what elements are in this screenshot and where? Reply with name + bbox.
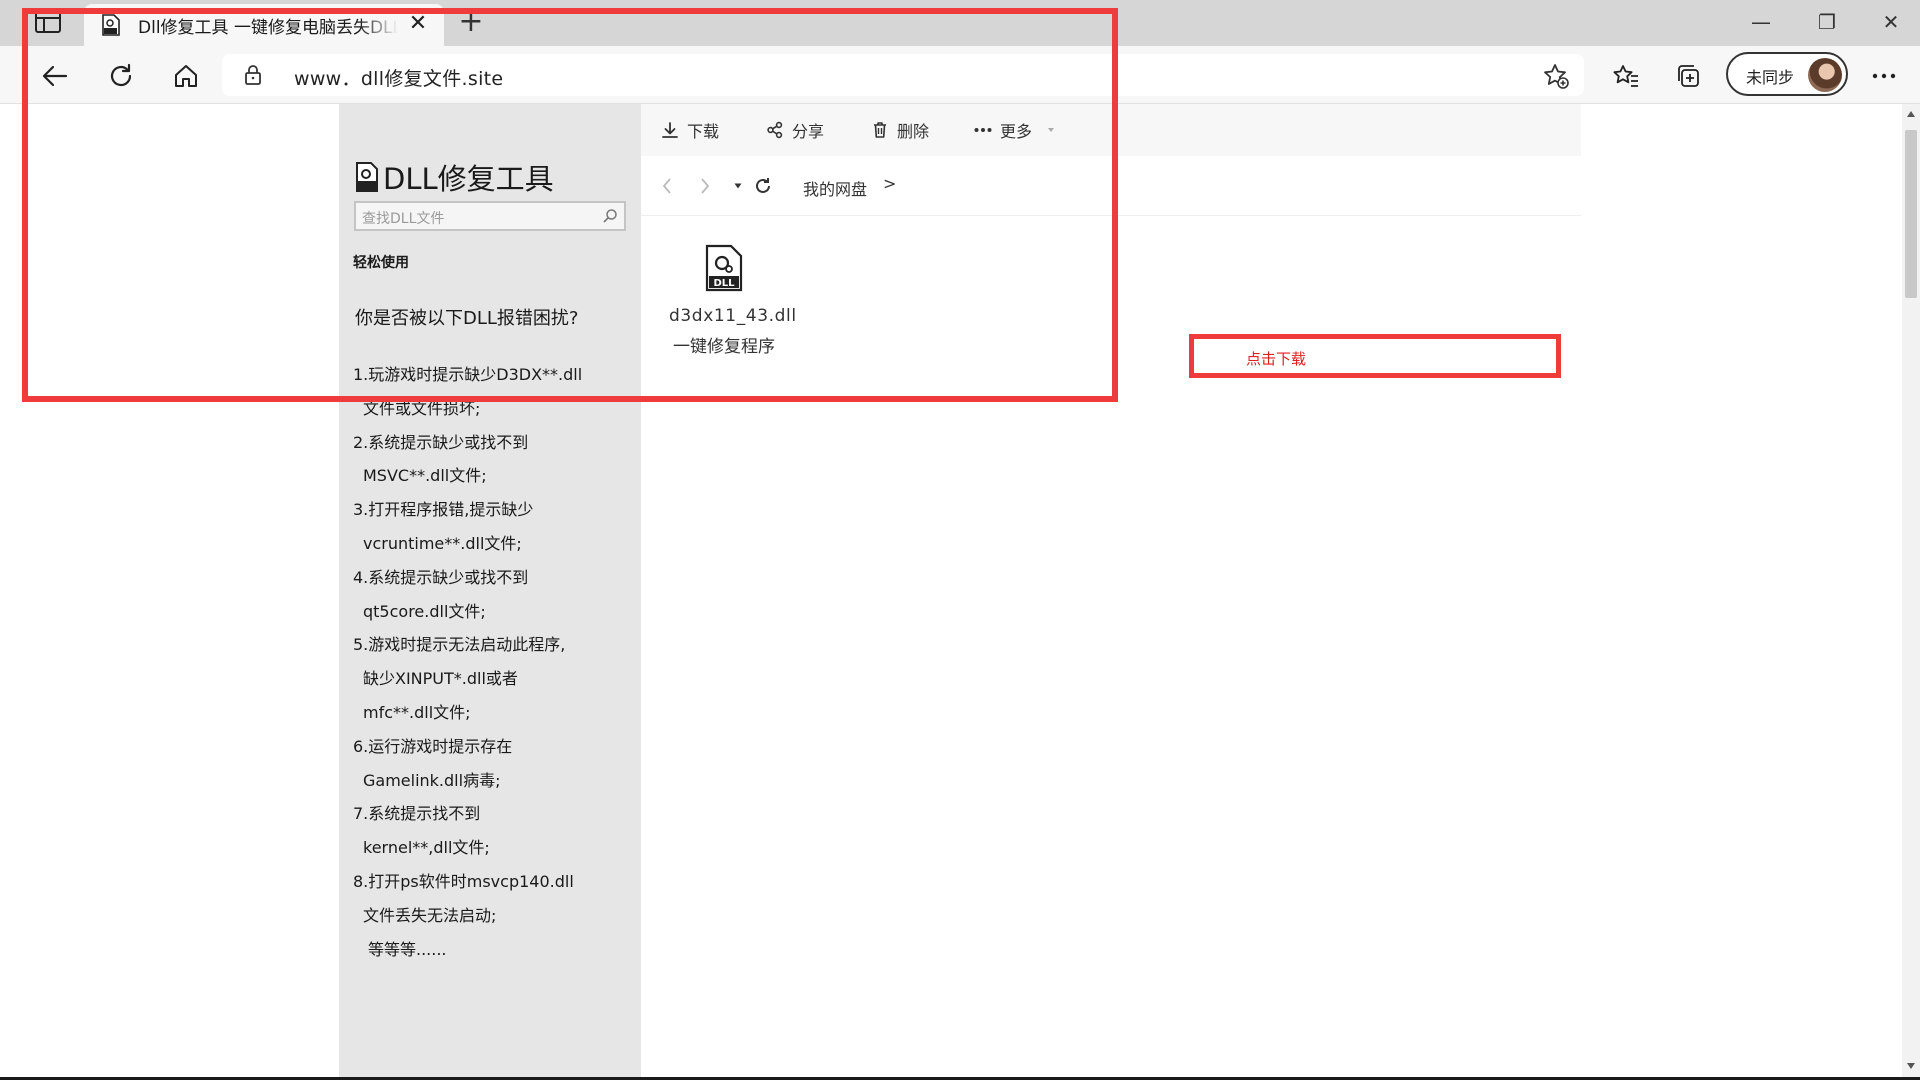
web-page: DLL修复工具 查找DLL文件 轻松使用 你是否被以下DLL报错困扰? 1.玩游… (0, 104, 1902, 1077)
tab-active[interactable]: Dll修复工具 一键修复电脑丢失DLL文件 ✕ (84, 4, 444, 46)
share-label: 分享 (792, 122, 825, 141)
home-button[interactable] (168, 58, 204, 94)
download-button[interactable]: 下载 (661, 118, 719, 142)
delete-button[interactable]: 删除 (871, 118, 929, 142)
url-text[interactable]: www．dll修复文件.site (294, 64, 503, 91)
issue-line: 8.打开ps软件时msvcp140.dll (353, 871, 574, 891)
tab-title: Dll修复工具 一键修复电脑丢失DLL文件 (138, 18, 398, 38)
issue-line: 5.游戏时提示无法启动此程序, (353, 635, 566, 655)
issue-line: 缺少XINPUT*.dll或者 (363, 669, 518, 689)
share-icon (767, 121, 783, 139)
more-label: 更多 (1000, 122, 1033, 141)
question-heading: 你是否被以下DLL报错困扰? (355, 308, 579, 329)
issue-line: mfc**.dll文件; (363, 702, 471, 722)
easy-use-label: 轻松使用 (353, 255, 409, 271)
scroll-down-icon (1907, 1063, 1915, 1069)
address-bar[interactable]: www．dll修复文件.site (222, 54, 1584, 96)
issue-line: MSVC**.dll文件; (363, 466, 487, 486)
back-button[interactable] (37, 58, 73, 94)
scroll-up-icon (1907, 111, 1915, 117)
brand: DLL修复工具 (355, 156, 554, 198)
issue-line: 2.系统提示缺少或找不到 (353, 432, 529, 452)
issue-list: 1.玩游戏时提示缺少D3DX**.dll 文件或文件损坏; 2.系统提示缺少或找… (353, 358, 635, 966)
collections-icon (1678, 65, 1699, 87)
search-icon (603, 209, 617, 223)
issue-line: qt5core.dll文件; (363, 601, 486, 621)
reload-folder-icon[interactable] (753, 174, 773, 198)
profile-label: 未同步 (1746, 68, 1795, 87)
search-placeholder: 查找DLL文件 (362, 211, 445, 227)
browser-toolbar: www．dll修复文件.site 未同步 (0, 46, 1920, 104)
click-download-label: 点击下载 (1246, 350, 1307, 368)
navigation-bar: 我的网盘 > (641, 156, 1581, 216)
chevron-down-icon (1048, 128, 1055, 132)
issue-line: 7.系统提示找不到 (353, 804, 481, 824)
profile-button[interactable]: 未同步 (1726, 52, 1848, 96)
favorites-button[interactable] (1608, 58, 1644, 94)
issue-line: 文件丢失无法启动; (363, 905, 497, 925)
share-button[interactable]: 分享 (766, 118, 824, 142)
nav-back-icon[interactable] (661, 174, 673, 198)
download-label: 下载 (687, 122, 720, 141)
issue-line: Gamelink.dll病毒; (363, 770, 501, 790)
restore-button[interactable]: ❐ (1804, 6, 1850, 38)
dll-search-input[interactable]: 查找DLL文件 (354, 201, 626, 231)
favorites-star-icon (1613, 65, 1638, 87)
refresh-button[interactable] (103, 58, 139, 94)
tab-actions-icon[interactable] (34, 10, 62, 34)
download-icon (662, 122, 678, 138)
dll-icon-label: DLL (713, 278, 735, 289)
issue-line: 6.运行游戏时提示存在 (353, 736, 513, 756)
nav-forward-icon[interactable] (699, 174, 711, 198)
close-window-button[interactable]: ✕ (1868, 6, 1914, 38)
collections-button[interactable] (1670, 58, 1706, 94)
issue-line: 等等等...... (368, 939, 447, 959)
issue-line: kernel**,dll文件; (363, 838, 490, 858)
back-arrow-icon (42, 65, 68, 87)
lock-icon[interactable] (242, 64, 264, 86)
issue-line: 3.打开程序报错,提示缺少 (353, 500, 534, 520)
more-dots-icon (1872, 73, 1896, 79)
breadcrumb-my-drive[interactable]: 我的网盘 (803, 176, 867, 200)
close-tab-icon[interactable]: ✕ (406, 12, 430, 36)
more-button[interactable]: 更多 (974, 118, 1064, 142)
file-browser: 下载 分享 删除 更多 我的网盘 > DLL d3dx11_43.dll 一键修… (641, 104, 1581, 1077)
more-dots-icon (974, 128, 992, 132)
click-download-button[interactable]: 点击下载 (1189, 334, 1561, 378)
trash-icon (874, 122, 886, 138)
home-icon (175, 65, 197, 87)
left-sidebar: DLL修复工具 查找DLL文件 轻松使用 你是否被以下DLL报错困扰? 1.玩游… (339, 104, 641, 1077)
issue-line: 4.系统提示缺少或找不到 (353, 567, 529, 587)
scrollbar-thumb[interactable] (1905, 130, 1917, 298)
issue-line: 1.玩游戏时提示缺少D3DX**.dll (353, 365, 583, 384)
dll-file-icon (100, 14, 122, 36)
brand-title: DLL修复工具 (383, 162, 554, 196)
history-dropdown-icon[interactable] (733, 174, 743, 198)
issue-line: 文件或文件损坏; (363, 398, 481, 418)
add-favorite-icon[interactable] (1542, 62, 1570, 90)
file-name[interactable]: d3dx11_43.dll (669, 306, 819, 326)
issue-line: vcruntime**.dll文件; (363, 533, 522, 553)
avatar (1808, 58, 1842, 92)
minimize-button[interactable]: — (1738, 6, 1784, 38)
delete-label: 删除 (897, 122, 930, 141)
breadcrumb-separator: > (883, 174, 897, 193)
file-toolbar: 下载 分享 删除 更多 (641, 104, 1581, 156)
dll-file-icon: DLL (705, 244, 743, 292)
settings-more-button[interactable] (1866, 58, 1902, 94)
refresh-icon (110, 63, 132, 87)
new-tab-button[interactable]: + (456, 7, 486, 38)
vertical-scrollbar[interactable] (1902, 104, 1920, 1080)
title-bar: Dll修复工具 一键修复电脑丢失DLL文件 ✕ + — ❐ ✕ (0, 0, 1920, 46)
file-subtitle[interactable]: 一键修复程序 (673, 332, 823, 357)
dll-logo-icon (356, 162, 378, 192)
